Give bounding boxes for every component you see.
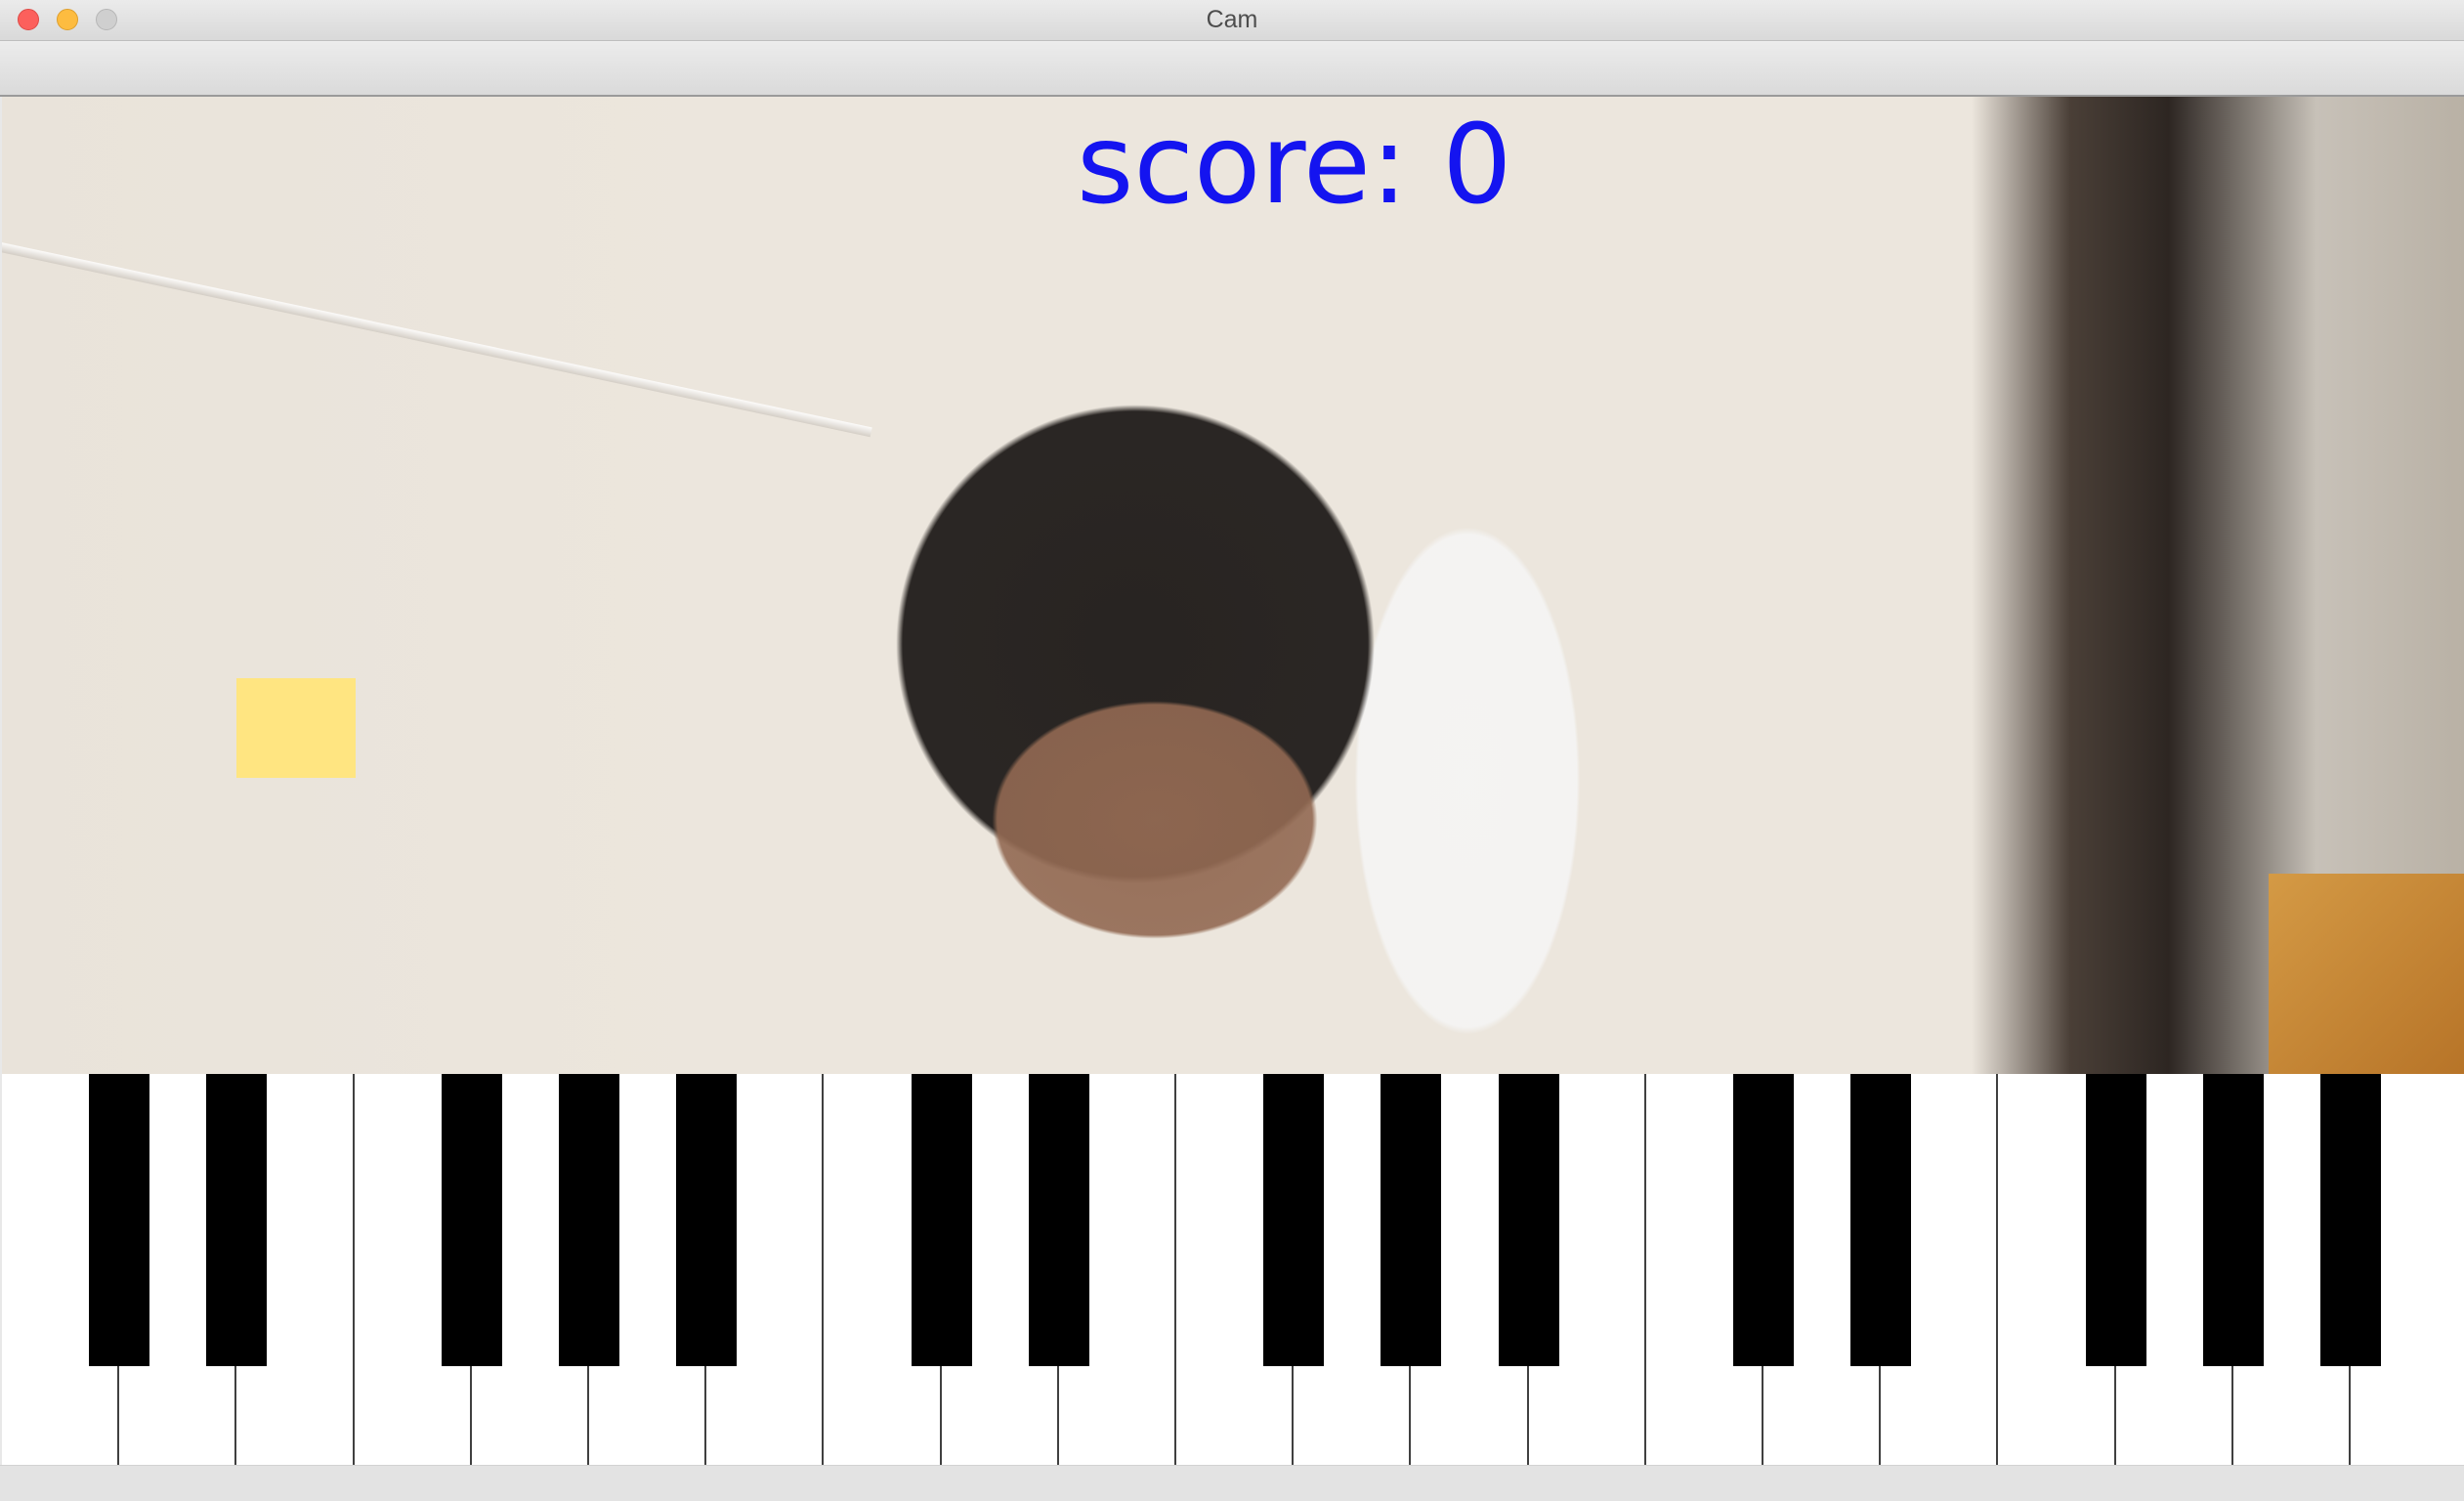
- window-titlebar[interactable]: Cam: [0, 0, 2464, 41]
- black-key[interactable]: [441, 1074, 502, 1366]
- black-key[interactable]: [1381, 1074, 1442, 1366]
- window-toolbar: [0, 41, 2464, 97]
- black-key[interactable]: [1733, 1074, 1794, 1366]
- black-key[interactable]: [1498, 1074, 1559, 1366]
- black-key[interactable]: [89, 1074, 150, 1366]
- score-label: score: 0: [1077, 102, 1512, 229]
- wall-crease: [2, 238, 872, 438]
- black-key[interactable]: [1263, 1074, 1325, 1366]
- black-key[interactable]: [1850, 1074, 1912, 1366]
- cam-window: Cam score: 0: [0, 0, 2464, 1501]
- black-key[interactable]: [2085, 1074, 2146, 1366]
- black-key[interactable]: [559, 1074, 619, 1366]
- black-key[interactable]: [206, 1074, 268, 1366]
- falling-note-target: [236, 678, 356, 778]
- window-title: Cam: [1206, 6, 1258, 33]
- black-key[interactable]: [1028, 1074, 1089, 1366]
- black-key[interactable]: [2202, 1074, 2264, 1366]
- black-key[interactable]: [676, 1074, 738, 1366]
- black-key[interactable]: [911, 1074, 972, 1366]
- background-wooden-object: [2269, 874, 2464, 1074]
- bottom-status-strip: [0, 1465, 2464, 1501]
- camera-feed: score: 0: [2, 97, 2464, 1074]
- black-key[interactable]: [2320, 1074, 2381, 1366]
- piano-keyboard[interactable]: [2, 1074, 2464, 1465]
